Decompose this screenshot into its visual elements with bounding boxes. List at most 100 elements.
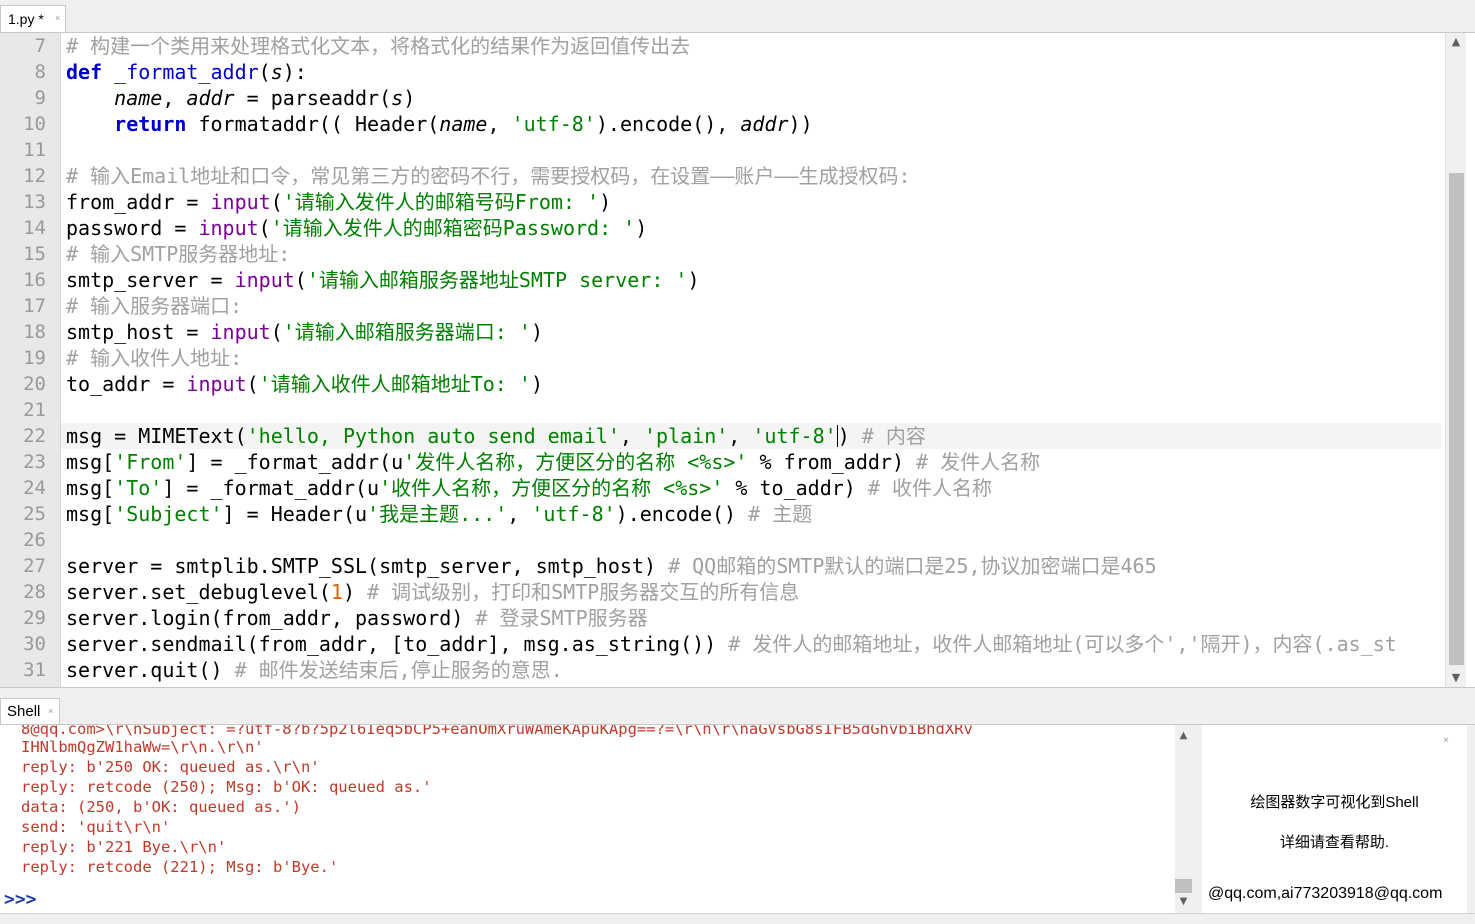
code-token: ( (270, 190, 283, 214)
shell-scroll-down-arrow-icon[interactable]: ▼ (1175, 893, 1192, 911)
scroll-up-arrow-icon[interactable]: ▲ (1446, 33, 1466, 51)
code-line[interactable]: from_addr = input('请输入发件人的邮箱号码From: ') (66, 189, 611, 215)
code-token: '请输入邮箱服务器端口: ' (282, 320, 531, 344)
code-line[interactable]: password = input('请输入发件人的邮箱密码Password: '… (66, 215, 647, 241)
line-number-gutter: 7 8 9 10 11 12 13 14 15 16 17 18 19 20 21 22 23 24 25 26 27 2… (0, 33, 61, 687)
code-line[interactable]: # 输入Email地址和口令，常见第三方的密码不行，需要授权码，在设置——账户—… (66, 163, 911, 189)
code-line[interactable]: smtp_host = input('请输入邮箱服务器端口: ') (66, 319, 543, 345)
code-token: , (728, 424, 753, 448)
editor-vertical-scrollbar[interactable]: ▲ ▼ (1445, 33, 1466, 687)
code-token: s (270, 60, 283, 84)
code-token: 'From' (114, 450, 187, 474)
scrollbar-thumb[interactable] (1449, 173, 1464, 665)
shell-vertical-scrollbar[interactable]: ▲ ▼ (1175, 725, 1192, 913)
line-number: 20 (23, 373, 46, 395)
shell-prompt[interactable]: >>> (4, 889, 37, 910)
code-token: input (234, 268, 295, 292)
code-token: 'utf-8' (531, 502, 616, 526)
line-number: 14 (23, 217, 46, 239)
code-line[interactable]: smtp_server = input('请输入邮箱服务器地址SMTP serv… (66, 267, 700, 293)
assistant-overflow-text: @qq.com,ai773203918@qq.com (1208, 885, 1443, 902)
code-line[interactable]: server.sendmail(from_addr, [to_addr], ms… (66, 631, 1397, 657)
code-token: msg = MIMEText( (66, 424, 247, 448)
line-number: 23 (23, 451, 46, 473)
code-token: server.login(from_addr, password) (66, 606, 476, 630)
code-line[interactable]: return formataddr(( Header(name, 'utf-8'… (66, 111, 813, 137)
shell-tab-close-icon[interactable]: × (48, 707, 53, 716)
assistant-tip-plotter: 绘图器数字可视化到Shell (1250, 794, 1419, 811)
code-token: ] = Header(u (222, 502, 368, 526)
code-token: # 输入收件人地址: (66, 346, 243, 370)
code-token: ).encode(), (595, 112, 741, 136)
code-line[interactable]: msg['To'] = _format_addr(u'收件人名称，方便区分的名称… (66, 475, 992, 501)
shell-output-line: reply: retcode (221); Msg: b'Bye.' (21, 858, 339, 876)
shell-scroll-up-arrow-icon[interactable]: ▲ (1175, 727, 1192, 745)
code-token: 'utf-8' (752, 424, 837, 448)
code-token: ) (403, 86, 416, 110)
code-token: return (114, 112, 187, 136)
code-line[interactable]: msg = MIMEText('hello, Python auto send … (61, 423, 1441, 449)
tab-shell[interactable]: Shell × (0, 698, 60, 724)
code-token: # 调试级别，打印和SMTP服务器交互的所有信息 (367, 580, 800, 604)
code-token: ) (837, 424, 862, 448)
line-number: 25 (23, 503, 46, 525)
code-token: # 输入服务器端口: (66, 294, 243, 318)
code-token: formataddr(( Header( (186, 112, 440, 136)
line-number: 24 (23, 477, 46, 499)
code-token: s (391, 86, 404, 110)
line-number: 28 (23, 581, 46, 603)
code-editor[interactable]: 7 8 9 10 11 12 13 14 15 16 17 18 19 20 21 22 23 24 25 26 27 2… (0, 33, 1475, 688)
assistant-close-icon[interactable]: × (1443, 735, 1449, 746)
line-number: 15 (23, 243, 46, 265)
code-token: 'utf-8' (511, 112, 596, 136)
code-token: server.set_debuglevel( (66, 580, 331, 604)
code-token: name (114, 86, 163, 110)
code-line[interactable]: to_addr = input('请输入收件人邮箱地址To: ') (66, 371, 543, 397)
code-line[interactable]: # 输入收件人地址: (66, 345, 242, 371)
tab-1py[interactable]: 1.py * × (0, 5, 66, 32)
code-token: addr (186, 86, 235, 110)
code-line[interactable]: # 输入服务器端口: (66, 293, 242, 319)
code-line[interactable]: server = smtplib.SMTP_SSL(smtp_server, s… (66, 553, 1157, 579)
code-token: , (507, 502, 532, 526)
line-number: 12 (23, 165, 46, 187)
shell-output-line: reply: b'250 OK: queued as.\r\n' (21, 758, 320, 776)
code-line[interactable]: # 构建一个类用来处理格式化文本，将格式化的结果作为返回值传出去 (66, 33, 690, 59)
editor-tab-bar: 1.py * × (0, 0, 1475, 33)
code-token: ) (342, 580, 368, 604)
scroll-down-arrow-icon[interactable]: ▼ (1446, 669, 1466, 687)
code-token: # 发件人的邮箱地址，收件人邮箱地址(可以多个','隔开)，内容(.as_st (728, 632, 1397, 656)
shell-output-line: reply: b'221 Bye.\r\n' (21, 838, 227, 856)
code-token: % from_addr) (747, 450, 917, 474)
code-token: '请输入发件人的邮箱号码From: ' (282, 190, 600, 214)
code-line[interactable]: msg['Subject'] = Header(u'我是主题...', 'utf… (66, 501, 812, 527)
code-line[interactable]: # 输入SMTP服务器地址: (66, 241, 290, 267)
code-line[interactable]: name, addr = parseaddr(s) (66, 85, 415, 111)
code-line[interactable]: server.login(from_addr, password) # 登录SM… (66, 605, 648, 631)
code-line[interactable]: server.quit() # 邮件发送结束后,停止服务的意思. (66, 657, 563, 683)
code-line[interactable]: msg['From'] = _format_addr(u'发件人名称，方便区分的… (66, 449, 1040, 475)
shell-console[interactable]: >>> 8@qq.com>\r\nSubject: =?utf-8?b?5p2l6… (0, 725, 1175, 913)
code-token: )) (788, 112, 813, 136)
code-token: ) (599, 190, 612, 214)
code-token: # 邮件发送结束后,停止服务的意思. (234, 658, 563, 682)
shell-tab-bar: Shell × (0, 688, 1475, 725)
code-token: smtp_host = (66, 320, 211, 344)
code-token: , (162, 86, 187, 110)
code-token: ) (530, 320, 543, 344)
code-token: % to_addr) (723, 476, 868, 500)
code-token: server.quit() (66, 658, 235, 682)
code-token: msg[ (66, 476, 115, 500)
code-line[interactable]: def _format_addr(s): (66, 59, 307, 85)
code-token: input (186, 372, 247, 396)
tab-close-icon[interactable]: × (55, 14, 60, 23)
code-line[interactable]: server.set_debuglevel(1) # 调试级别，打印和SMTP服… (66, 579, 799, 605)
code-token: input (210, 320, 271, 344)
shell-tab-title: Shell (7, 703, 41, 720)
code-token: = parseaddr( (234, 86, 392, 110)
code-area[interactable]: # 构建一个类用来处理格式化文本，将格式化的结果作为返回值传出去 def _for… (61, 33, 1441, 687)
code-token: 'plain' (644, 424, 729, 448)
shell-scrollbar-thumb[interactable] (1175, 879, 1192, 893)
assistant-tip-help: 详细请查看帮助. (1279, 834, 1390, 851)
